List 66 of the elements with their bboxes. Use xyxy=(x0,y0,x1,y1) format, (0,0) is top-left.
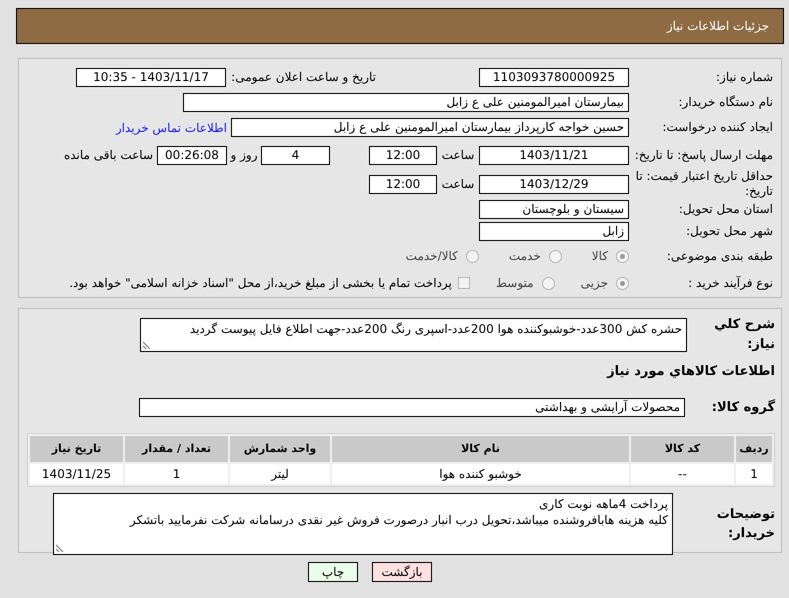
page-title: جزئیات اطلاعات نیاز xyxy=(666,18,769,35)
input-field[interactable]: زابل xyxy=(479,222,629,240)
input-field[interactable]: 12:00 xyxy=(369,146,437,164)
column-header: کد کالا xyxy=(631,436,734,462)
text-area[interactable]: پرداخت 4ماهه نوبت کاری کلیه هزینه هابافروشنده میباشد،تحویل درب انبار درصورت فروش غیر نقدی درسامانه شرکت نفرمایید باتشکر xyxy=(53,493,673,555)
input-field[interactable]: 1103093780000925 xyxy=(479,68,629,87)
radio-button[interactable] xyxy=(542,276,555,290)
table-cell: 1 xyxy=(125,464,228,484)
field-label: ساعت xyxy=(440,148,476,162)
column-header: واحد شمارش xyxy=(230,436,330,462)
input-field[interactable]: بیمارستان امیرالمومنین علی ع زابل xyxy=(183,93,629,112)
input-field[interactable]: 1403/11/21 xyxy=(479,146,629,164)
resize-grip-icon[interactable] xyxy=(143,340,151,348)
input-field[interactable]: حسین خواجه کارپرداز بیمارستان امیرالمومنین علی ع زابل xyxy=(231,118,629,137)
field-label: توضیحات خریدار: xyxy=(716,506,775,543)
input-field[interactable]: 1403/12/29 xyxy=(479,174,629,194)
input-field[interactable]: 12:00 xyxy=(369,174,437,194)
buyer-contact-link[interactable]: اطلاعات تماس خریدار xyxy=(116,118,227,136)
option-label: خدمت xyxy=(508,248,541,265)
column-header: نام کالا xyxy=(332,436,629,462)
table-cell: لیتر xyxy=(230,464,330,484)
input-field[interactable]: سیستان و بلوچستان xyxy=(479,200,629,218)
text-area[interactable]: حشره کش 300عدد-خوشبوکننده هوا 200عدد-اسپری رنگ 200عدد-جهت اطلاع فایل پیوست گردید xyxy=(140,318,687,352)
table-cell: 1 xyxy=(736,464,772,484)
section-title: اطلاعات کالاهاي مورد نياز xyxy=(606,363,775,381)
checkbox[interactable] xyxy=(458,277,470,289)
field-label: گروه کالا: xyxy=(710,398,775,416)
field-label: حداقل تاریخ اعتبار قیمت: تا تاریخ: xyxy=(634,169,773,199)
field-label: شماره نیاز: xyxy=(715,70,773,85)
column-header: تعداد / مقدار xyxy=(125,436,228,462)
table-cell: 1403/11/25 xyxy=(30,464,123,484)
option-label: متوسط xyxy=(496,275,534,292)
radio-button[interactable] xyxy=(616,276,629,290)
field-label: ساعت باقی مانده xyxy=(64,148,153,162)
radio-button[interactable] xyxy=(548,250,562,262)
table-cell: -- xyxy=(631,464,734,484)
field-label: ایجاد کننده درخواست: xyxy=(661,120,773,135)
input-field[interactable]: 00:26:08 xyxy=(157,146,227,164)
field-label: تاریخ و ساعت اعلان عمومی: xyxy=(230,70,376,85)
column-header: تاریخ نیاز xyxy=(30,436,123,462)
radio-button[interactable] xyxy=(466,250,479,262)
print-button[interactable]: چاپ xyxy=(308,562,358,582)
input-field[interactable]: 1403/11/17 - 10:35 xyxy=(76,68,226,87)
column-header: ردیف xyxy=(736,436,772,462)
field-label: شهر محل تحویل: xyxy=(685,224,773,238)
back-button[interactable]: بازگشت xyxy=(372,562,432,582)
option-label: کالا xyxy=(592,248,608,265)
field-label: ساعت xyxy=(440,176,476,192)
field-label: نام دستگاه خریدار: xyxy=(678,95,773,110)
field-label: روز و xyxy=(229,148,258,162)
resize-grip-icon[interactable] xyxy=(56,544,64,552)
field-label: مهلت ارسال پاسخ: تا تاریخ: xyxy=(634,148,773,162)
option-label: جزیی xyxy=(580,275,608,292)
text-line: کلیه هزینه هابافروشنده میباشد،تحویل درب انبار درصورت فروش غیر نقدی درسامانه شرکت نفرمایید باتشکر xyxy=(128,512,668,528)
field-label: نوع فرآیند خرید : xyxy=(687,276,773,290)
field-label: شرح کلي نیاز: xyxy=(713,316,775,354)
radio-button[interactable] xyxy=(616,250,629,262)
text-line: حشره کش 300عدد-خوشبوکننده هوا 200عدد-اسپری رنگ 200عدد-جهت اطلاع فایل پیوست گردید xyxy=(188,320,682,336)
field-label: طبقه بندی موضوعی: xyxy=(666,248,773,264)
option-label: کالا/خدمت xyxy=(406,248,458,265)
field-label: استان محل تحویل: xyxy=(678,202,773,216)
input-field[interactable]: 4 xyxy=(261,146,330,164)
text-line: پرداخت 4ماهه نوبت کاری xyxy=(538,496,668,512)
input-field[interactable]: محصولات آرایشی و بهداشتی xyxy=(139,398,685,417)
table-cell: خوشبو کننده هوا xyxy=(332,464,629,484)
treasury-note: پرداخت تمام یا بخشی از مبلغ خرید،از محل "اسناد خزانه اسلامی" خواهد بود. xyxy=(69,275,452,292)
